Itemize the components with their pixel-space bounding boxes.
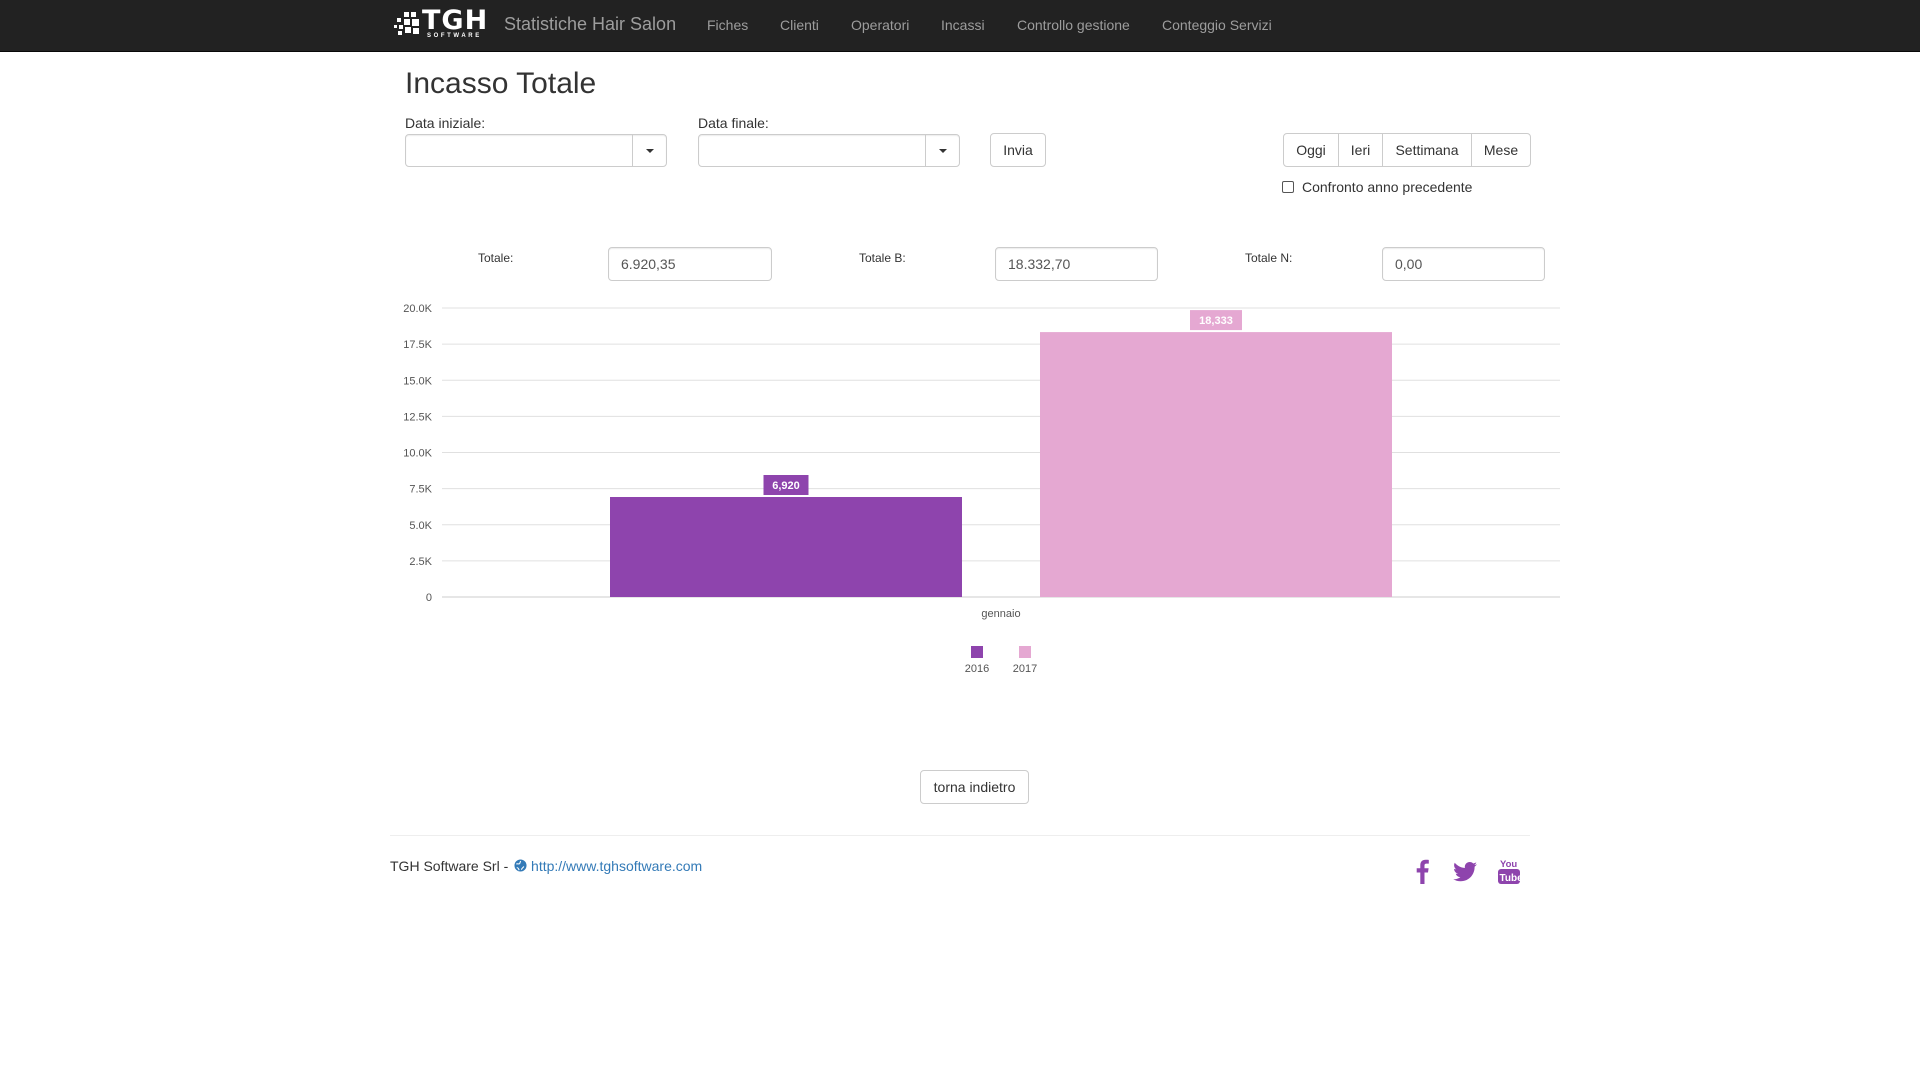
chart-bars: 6,920 18,333 (610, 310, 1392, 597)
y-tick-label: 0 (426, 592, 432, 604)
brand[interactable]: TGH SOFTWARE Statistiche Hair Salon (394, 5, 676, 42)
compare-previous-year-checkbox[interactable] (1282, 181, 1294, 193)
nav-item-clienti[interactable]: Clienti (780, 0, 819, 51)
data-label: 6,920 (772, 480, 800, 492)
nav-item-fiches[interactable]: Fiches (707, 0, 748, 51)
footer-divider (390, 835, 1530, 836)
legend-label-2016: 2016 (965, 663, 989, 675)
income-bar-chart: 0 2.5K 5.0K 7.5K 10.0K 12.5K 15.0K 17.5K 20.0K 6… (403, 303, 1560, 675)
footer: TGH Software Srl - http://www.tghsoftwar… (390, 858, 702, 874)
totale-label: Totale: (478, 251, 514, 265)
y-tick-label: 2.5K (409, 556, 432, 568)
totale-n-label: Totale N: (1245, 251, 1293, 265)
x-tick-label: gennaio (981, 608, 1020, 620)
globe-icon (514, 859, 527, 872)
totale-b-label: Totale B: (859, 251, 906, 265)
navbar: TGH SOFTWARE Statistiche Hair Salon Fich… (0, 0, 1920, 52)
logo-subtext: SOFTWARE (427, 33, 482, 39)
week-button[interactable]: Settimana (1382, 133, 1472, 167)
data-label: 18,333 (1199, 315, 1233, 327)
chart-x-ticks: gennaio (981, 608, 1020, 620)
facebook-icon[interactable] (1413, 858, 1431, 884)
svg-text:You: You (1500, 859, 1517, 870)
y-tick-label: 10.0K (403, 448, 432, 460)
page-title: Incasso Totale (405, 67, 597, 100)
totale-n-field[interactable]: 0,00 (1382, 247, 1545, 281)
month-button[interactable]: Mese (1471, 133, 1531, 167)
y-tick-label: 20.0K (403, 303, 432, 315)
logo-text: TGH (422, 5, 489, 36)
totale-b-field[interactable]: 18.332,70 (995, 247, 1158, 281)
end-date-caret-icon[interactable] (925, 135, 959, 166)
tgh-logo: TGH SOFTWARE (394, 5, 499, 42)
submit-button[interactable]: Invia (990, 133, 1046, 167)
footer-company: TGH Software Srl - (390, 858, 509, 874)
twitter-icon[interactable] (1452, 858, 1478, 884)
youtube-icon[interactable]: You Tube (1497, 858, 1521, 886)
nav-item-incassi[interactable]: Incassi (941, 0, 985, 51)
nav-item-controllo-gestione[interactable]: Controllo gestione (1017, 0, 1130, 51)
start-date-label: Data iniziale: (405, 115, 486, 131)
start-date-picker[interactable] (405, 134, 667, 167)
legend-label-2017: 2017 (1013, 663, 1037, 675)
y-tick-label: 7.5K (409, 484, 432, 496)
brand-title[interactable]: Statistiche Hair Salon (504, 14, 676, 35)
y-tick-label: 12.5K (403, 411, 432, 423)
legend-swatch-2016 (971, 646, 983, 658)
end-date-picker[interactable] (698, 134, 960, 167)
bar-2017 (1040, 332, 1392, 597)
svg-text:Tube: Tube (1500, 873, 1522, 884)
end-date-label: Data finale: (698, 115, 769, 131)
compare-previous-year-label[interactable]: Confronto anno precedente (1302, 179, 1472, 195)
back-button[interactable]: torna indietro (920, 770, 1029, 804)
y-tick-label: 15.0K (403, 375, 432, 387)
y-tick-label: 17.5K (403, 339, 432, 351)
quick-range-group: Oggi Ieri Settimana Mese (1283, 133, 1531, 167)
logo-dots-icon (394, 12, 419, 35)
chart-y-ticks: 0 2.5K 5.0K 7.5K 10.0K 12.5K 15.0K 17.5K 20.0K (403, 303, 432, 604)
footer-website-link[interactable]: http://www.tghsoftware.com (531, 858, 702, 874)
totale-field[interactable]: 6.920,35 (608, 247, 772, 281)
chart-gridlines (442, 307, 1560, 598)
yesterday-button[interactable]: Ieri (1338, 133, 1383, 167)
nav-item-conteggio-servizi[interactable]: Conteggio Servizi (1162, 0, 1272, 51)
y-tick-label: 5.0K (409, 520, 432, 532)
today-button[interactable]: Oggi (1283, 133, 1339, 167)
legend-swatch-2017 (1019, 646, 1031, 658)
chart-legend: 2016 2017 (965, 646, 1037, 675)
start-date-caret-icon[interactable] (632, 135, 666, 166)
bar-2016 (610, 497, 962, 597)
nav-item-operatori[interactable]: Operatori (851, 0, 909, 51)
